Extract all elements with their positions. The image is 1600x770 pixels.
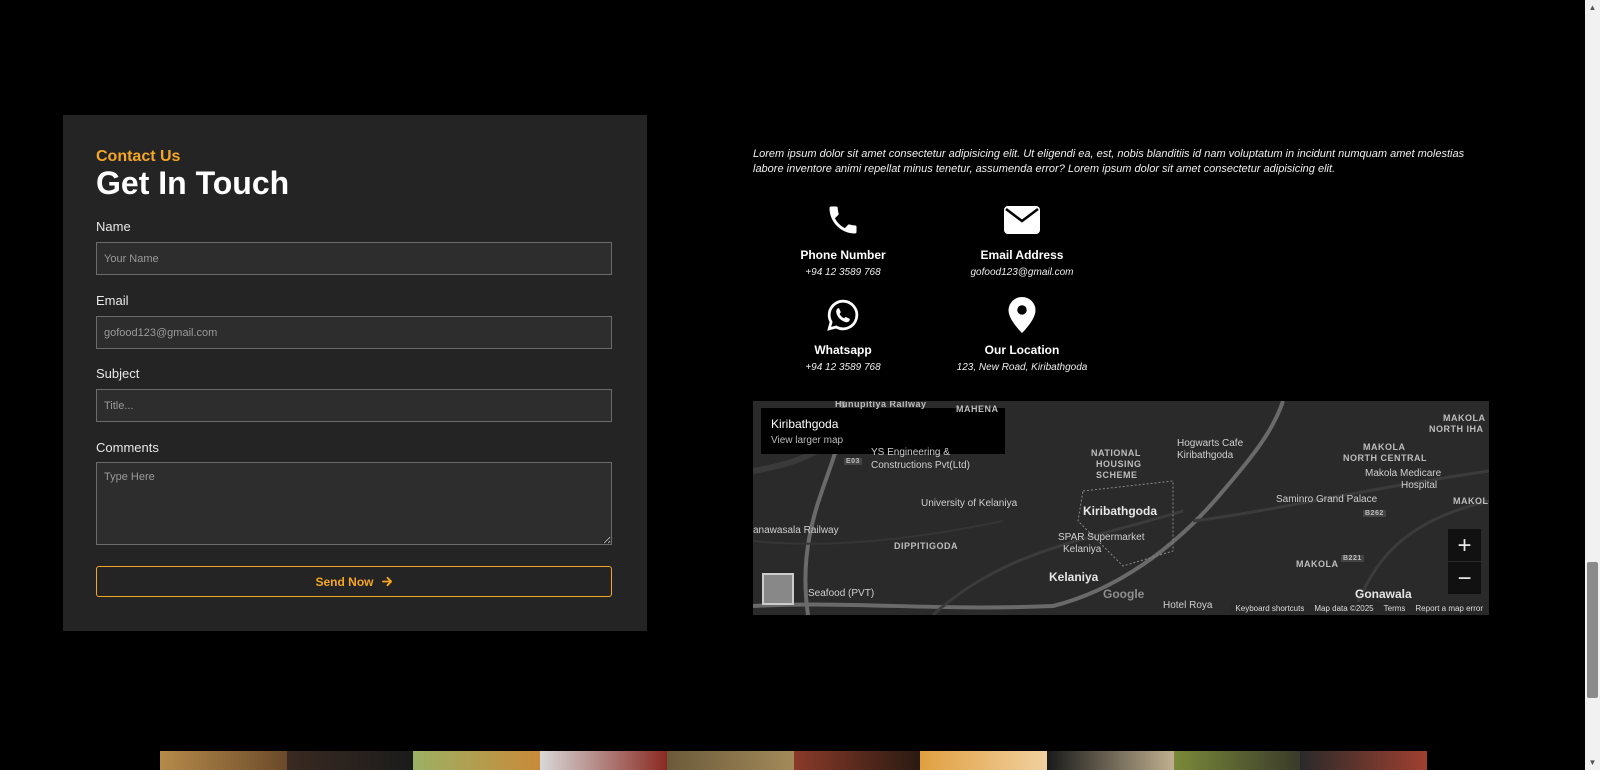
gallery-image[interactable]: [1300, 751, 1428, 770]
scroll-up-arrow-icon[interactable]: ▲: [1585, 0, 1600, 15]
whatsapp-icon: [763, 294, 923, 336]
gallery-image[interactable]: [413, 751, 541, 770]
map-label: Saminro Grand Palace: [1276, 494, 1378, 505]
email-input[interactable]: [96, 316, 612, 349]
send-now-button[interactable]: Send Now: [96, 566, 612, 597]
subject-label: Subject: [96, 366, 140, 381]
map-label: NORTH IHA: [1429, 424, 1484, 434]
map-label: NORTH CENTRAL: [1343, 453, 1427, 463]
map-label: Hotel Roya: [1163, 600, 1213, 611]
map-label: Constructions Pvt(Ltd): [871, 460, 970, 471]
map-label: YS Engineering &: [871, 447, 950, 458]
email-label: Email: [96, 293, 129, 308]
contact-intro-text: Lorem ipsum dolor sit amet consectetur a…: [753, 148, 1465, 175]
phone-info: Phone Number +94 12 3589 768: [763, 199, 923, 278]
map-place-name: Kiribathgoda: [771, 417, 839, 431]
terms-link[interactable]: Terms: [1384, 604, 1406, 613]
map-label: Hospital: [1401, 480, 1438, 491]
map-label: NATIONAL: [1091, 448, 1141, 458]
gallery-image[interactable]: [286, 751, 414, 770]
whatsapp-info: Whatsapp +94 12 3589 768: [763, 294, 923, 373]
page-scrollbar[interactable]: ▲ ▼: [1585, 0, 1600, 770]
contact-title: Get In Touch: [96, 165, 290, 201]
map-zoom-in-button[interactable]: +: [1448, 529, 1481, 561]
comments-textarea[interactable]: [96, 462, 612, 545]
subject-input[interactable]: [96, 389, 612, 422]
gallery-image[interactable]: [1046, 751, 1174, 770]
map-label: SCHEME: [1096, 470, 1138, 480]
gallery-image[interactable]: [793, 751, 921, 770]
comments-label: Comments: [96, 440, 159, 455]
location-info: Our Location 123, New Road, Kiribathgoda: [942, 294, 1102, 373]
map-label: Gonawala: [1355, 587, 1412, 601]
whatsapp-value: +94 12 3589 768: [805, 362, 881, 373]
email-value: gofood123@gmail.com: [970, 267, 1074, 278]
map-label: University of Kelaniya: [921, 498, 1018, 509]
map-label: Kiribathgoda: [1083, 504, 1157, 518]
gallery-image[interactable]: [920, 751, 1047, 770]
food-gallery-strip: [160, 751, 1428, 770]
send-now-label: Send Now: [315, 574, 374, 589]
map-label: MAHENA: [956, 404, 999, 414]
gallery-image[interactable]: [666, 751, 794, 770]
envelope-icon: [942, 199, 1102, 241]
google-logo: Google: [1103, 587, 1145, 601]
map-label: SPAR Supermarket: [1058, 532, 1145, 543]
map-label: Kiribathgoda: [1177, 450, 1234, 461]
map-label: DIPPITIGODA: [894, 541, 959, 551]
street-view-pegman-icon[interactable]: [762, 573, 794, 605]
google-map[interactable]: Kiribathgoda View larger map Hunupitiya …: [753, 401, 1489, 615]
email-info: Email Address gofood123@gmail.com: [942, 199, 1102, 278]
map-data-text: Map data ©2025: [1314, 604, 1374, 613]
map-label: Hunupitiya Railway: [835, 401, 927, 409]
location-title: Our Location: [984, 343, 1060, 357]
map-label: Kelaniya: [1049, 570, 1099, 584]
location-value: 123, New Road, Kiribathgoda: [956, 362, 1088, 373]
name-input[interactable]: [96, 242, 612, 275]
map-label: MAKOLA: [1443, 413, 1486, 423]
gallery-image[interactable]: [160, 751, 287, 770]
contact-form-card: Contact Us Get In Touch Name Email Subje…: [63, 115, 647, 631]
phone-icon: [763, 199, 923, 241]
map-label: Hogwarts Cafe: [1177, 438, 1244, 449]
map-road-badge: B221: [1341, 555, 1364, 562]
map-zoom-out-button[interactable]: −: [1448, 562, 1481, 594]
map-road-badge: E03: [844, 458, 862, 465]
phone-value: +94 12 3589 768: [805, 267, 881, 278]
scroll-thumb[interactable]: [1587, 562, 1598, 698]
gallery-image[interactable]: [1173, 751, 1301, 770]
location-pin-icon: [942, 294, 1102, 336]
map-footer: Keyboard shortcuts Map data ©2025 Terms …: [1229, 602, 1489, 615]
gallery-image[interactable]: [540, 751, 667, 770]
map-label: anawasala Railway: [753, 525, 839, 536]
scroll-down-arrow-icon[interactable]: ▼: [1585, 755, 1600, 770]
map-label: Makola Medicare: [1365, 468, 1442, 479]
email-title: Email Address: [980, 248, 1064, 262]
map-road-badge: B262: [1363, 510, 1386, 517]
map-label: Kelaniya: [1063, 544, 1102, 555]
map-label: MAKOLA: [1296, 559, 1339, 569]
map-label: MAKOL: [1453, 496, 1489, 506]
map-label: MAKOLA: [1363, 442, 1406, 452]
report-map-error-link[interactable]: Report a map error: [1415, 604, 1483, 613]
phone-title: Phone Number: [800, 248, 886, 262]
name-label: Name: [96, 219, 131, 234]
contact-eyebrow: Contact Us: [96, 148, 181, 165]
whatsapp-title: Whatsapp: [814, 343, 872, 357]
keyboard-shortcuts-link[interactable]: Keyboard shortcuts: [1235, 604, 1304, 613]
arrow-right-icon: [381, 576, 392, 587]
map-label: HOUSING: [1096, 459, 1142, 469]
map-label: Seafood (PVT): [808, 588, 875, 599]
view-larger-map-link[interactable]: View larger map: [771, 435, 995, 446]
